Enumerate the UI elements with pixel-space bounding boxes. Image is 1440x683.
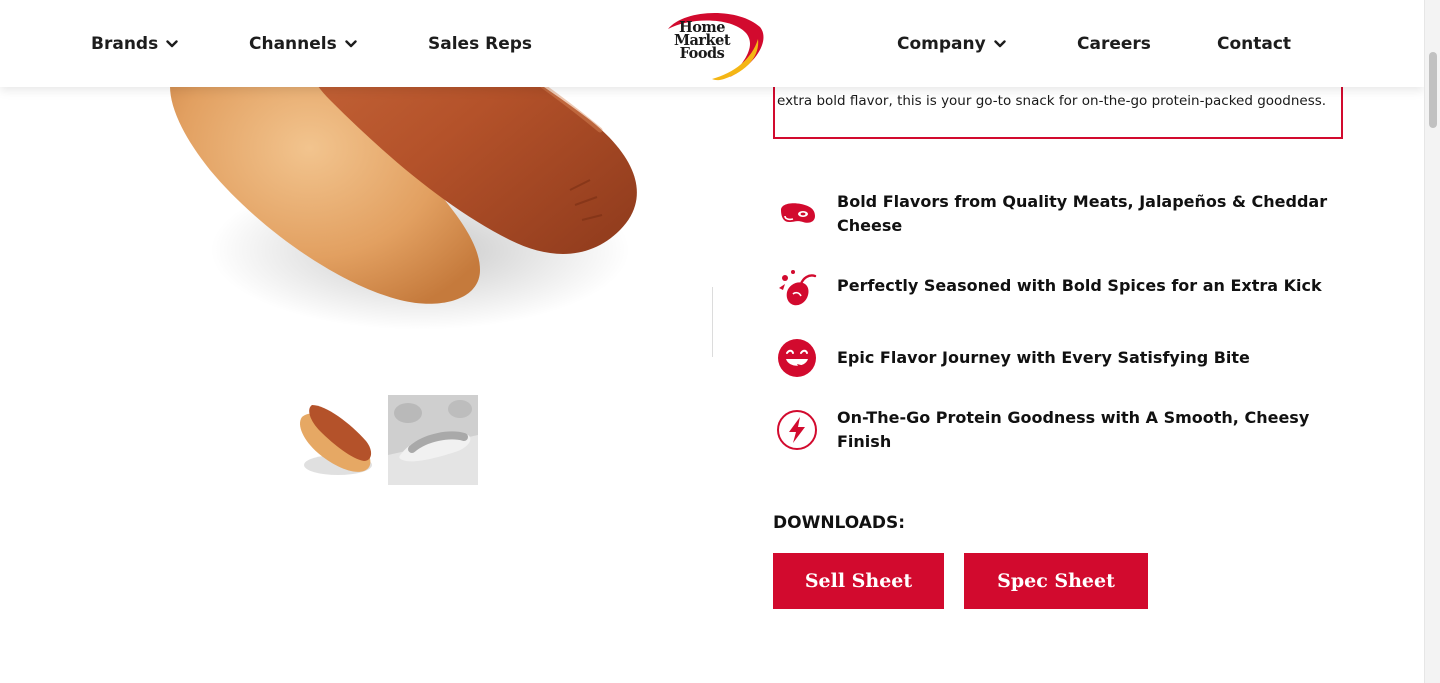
thumbnail-hot-dog[interactable] [290, 395, 380, 485]
thumbnail-lifestyle-image [388, 395, 478, 485]
chevron-down-icon [994, 40, 1006, 48]
feature-text: Perfectly Seasoned with Bold Spices for … [837, 276, 1322, 295]
image-divider [712, 287, 713, 357]
nav-company-label: Company [897, 34, 986, 54]
nav-company[interactable]: Company [897, 32, 1006, 56]
nav-channels[interactable]: Channels [249, 32, 357, 56]
nav-sales-reps-label: Sales Reps [428, 34, 533, 54]
spec-sheet-button[interactable]: Spec Sheet [964, 553, 1148, 609]
logo-wordmark: Home Market Foods [660, 20, 744, 62]
sell-sheet-button[interactable]: Sell Sheet [773, 553, 944, 609]
nav-careers-label: Careers [1077, 34, 1151, 54]
thumbnail-lifestyle[interactable] [388, 395, 478, 485]
nav-sales-reps[interactable]: Sales Reps [428, 32, 532, 56]
nav-careers[interactable]: Careers [1077, 32, 1151, 56]
thumbnail-hot-dog-image [299, 405, 372, 475]
site-header: Brands Channels Sales Reps Home Market F… [0, 0, 1424, 87]
nav-contact-label: Contact [1217, 34, 1292, 54]
steak-icon [781, 203, 815, 223]
logo-line-foods: Foods [679, 45, 725, 62]
scrollbar-thumb[interactable] [1429, 52, 1437, 128]
page-scrollbar[interactable] [1424, 0, 1440, 683]
home-market-foods-logo[interactable]: Home Market Foods [660, 9, 766, 81]
feature-item: Perfectly Seasoned with Bold Spices for … [775, 264, 1345, 308]
nav-contact[interactable]: Contact [1217, 32, 1291, 56]
nav-channels-label: Channels [249, 34, 337, 54]
feature-text: Bold Flavors from Quality Meats, Jalapeñ… [837, 192, 1328, 235]
chevron-down-icon [345, 40, 357, 48]
chevron-down-icon [166, 40, 178, 48]
downloads-heading: DOWNLOADS: [773, 513, 906, 533]
feature-item: Bold Flavors from Quality Meats, Jalapeñ… [775, 190, 1345, 238]
happy-face-icon [778, 339, 816, 377]
spices-icon [779, 270, 817, 306]
feature-text: Epic Flavor Journey with Every Satisfyin… [837, 348, 1250, 367]
nav-brands-label: Brands [91, 34, 159, 54]
feature-text: On-The-Go Protein Goodness with A Smooth… [837, 408, 1310, 451]
lightning-icon [777, 410, 817, 450]
nav-brands[interactable]: Brands [91, 32, 178, 56]
product-description-text: extra bold flavor, this is your go-to sn… [777, 93, 1327, 109]
feature-item: On-The-Go Protein Goodness with A Smooth… [775, 406, 1345, 454]
feature-item: Epic Flavor Journey with Every Satisfyin… [775, 336, 1345, 380]
